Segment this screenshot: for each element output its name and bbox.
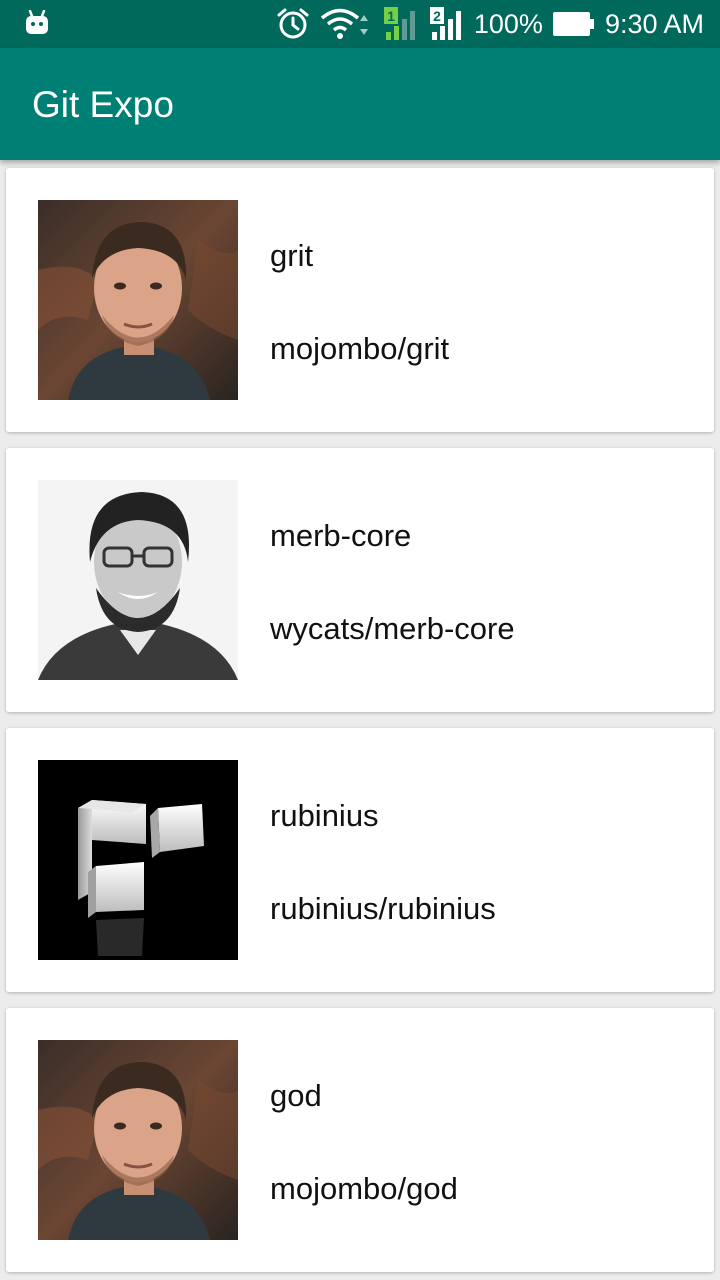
status-icons: 1 2 100% 9:30 AM [276, 0, 704, 48]
repo-card[interactable]: rubinius rubinius/rubinius [6, 728, 714, 992]
repo-full-name: wycats/merb-core [270, 611, 515, 646]
repo-name: god [270, 1078, 322, 1113]
repo-name: merb-core [270, 518, 412, 553]
sim2-label: 2 [433, 8, 441, 24]
alarm-icon [276, 7, 310, 41]
owner-avatar [38, 760, 238, 960]
repo-card[interactable]: merb-core wycats/merb-core [6, 448, 714, 712]
repo-full-name: mojombo/grit [270, 331, 450, 366]
sim2-signal-icon: 2 [428, 6, 464, 42]
sim1-signal-icon: 1 [382, 6, 418, 42]
repo-full-name: rubinius/rubinius [270, 891, 496, 926]
wifi-icon [320, 7, 372, 41]
status-bar: 1 2 100% 9:30 AM [0, 0, 720, 48]
battery-percent: 100% [473, 8, 543, 39]
owner-avatar [38, 480, 238, 680]
repo-full-name: mojombo/god [270, 1171, 458, 1206]
app-title: Git Expo [32, 84, 174, 125]
owner-avatar [38, 1040, 238, 1240]
sim1-label: 1 [387, 8, 395, 24]
battery-icon [552, 12, 595, 36]
owner-avatar [38, 200, 238, 400]
repo-card[interactable]: god mojombo/god [6, 1008, 714, 1272]
repo-name: rubinius [270, 798, 379, 833]
app-bar: Git Expo [0, 48, 720, 160]
repo-card[interactable]: grit mojombo/grit [6, 168, 714, 432]
android-icon [24, 9, 50, 36]
repo-name: grit [270, 238, 314, 273]
clock-time: 9:30 AM [604, 8, 704, 39]
